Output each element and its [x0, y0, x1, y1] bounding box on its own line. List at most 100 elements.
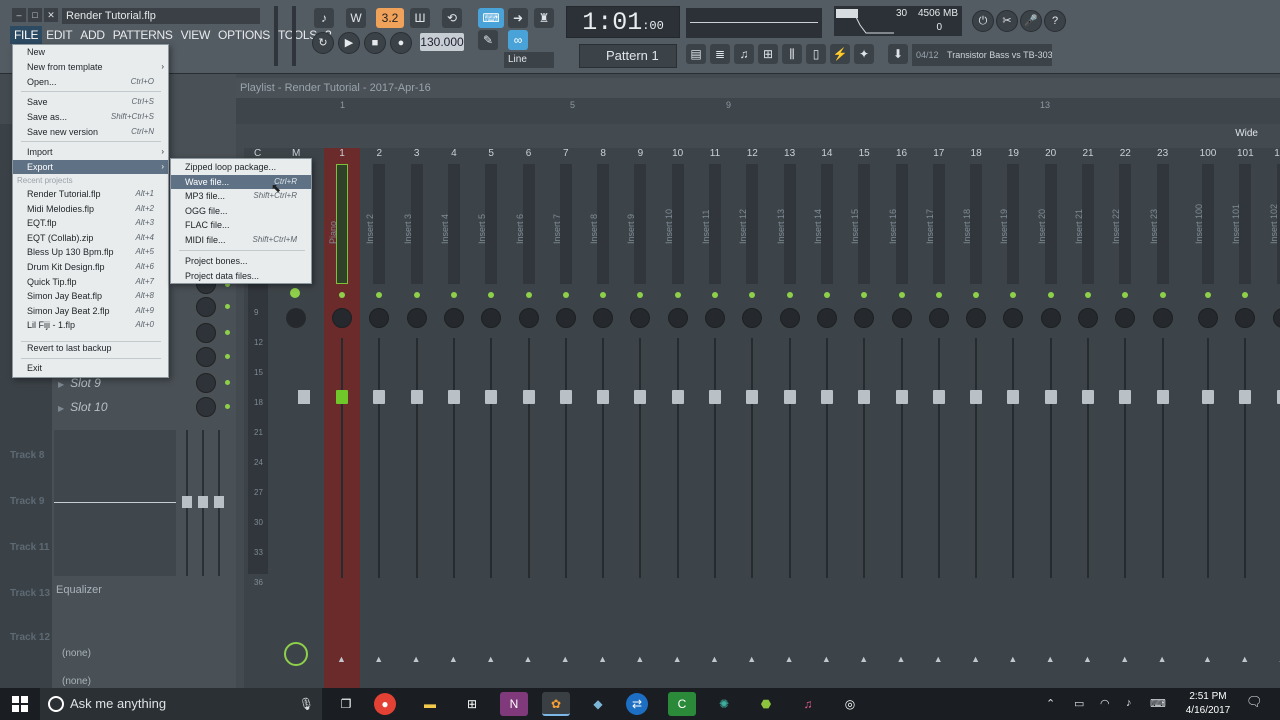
insert-pan-knob[interactable] — [1040, 308, 1061, 328]
insert-name[interactable]: Piano — [328, 164, 338, 244]
insert-name[interactable]: Insert 13 — [776, 164, 786, 244]
insert-volume-fader[interactable] — [410, 390, 423, 404]
recent-project-item[interactable]: Drum Kit Design.flp Alt+6 — [13, 260, 168, 274]
insert-enable-led[interactable] — [1085, 292, 1091, 298]
insert-volume-fader[interactable] — [709, 390, 721, 404]
insert-enable-led[interactable] — [600, 292, 607, 298]
mixer-insert-strip[interactable]: 6 Insert 6 ▲ — [511, 148, 547, 688]
loop-record-icon[interactable]: ⟲ — [442, 8, 462, 28]
mixer-insert-strip[interactable]: 4 Insert 4 ▲ — [436, 148, 472, 688]
route-arrow-icon[interactable]: ▲ — [785, 654, 794, 664]
mixer-insert-strip[interactable]: 17 Insert 17 ▲ — [921, 148, 957, 688]
countdown-icon[interactable]: 3.2 — [376, 8, 404, 28]
insert-volume-fader[interactable] — [746, 390, 759, 404]
insert-volume-fader[interactable] — [634, 390, 647, 404]
insert-name[interactable]: Insert 3 — [403, 164, 413, 244]
slot-mix-knob[interactable] — [196, 297, 216, 317]
insert-pan-knob[interactable] — [1003, 308, 1024, 328]
recent-project-item[interactable]: Simon Jay Beat.flp Alt+8 — [13, 289, 168, 303]
slot-led[interactable] — [225, 330, 230, 335]
tempo-display[interactable]: 130.000 — [420, 33, 464, 51]
mixer-insert-strip[interactable]: 18 Insert 18 ▲ — [958, 148, 994, 688]
master-pan-knob[interactable] — [286, 308, 306, 328]
insert-pan-knob[interactable] — [1078, 308, 1098, 328]
insert-volume-fader[interactable] — [858, 390, 871, 404]
export-mp3-file[interactable]: MP3 file... Shift+Ctrl+R — [171, 189, 311, 203]
step-edit-icon[interactable]: Ш — [410, 8, 430, 28]
route-arrow-icon[interactable]: ▲ — [635, 654, 644, 664]
mixer-insert-strip[interactable]: 19 Insert 19 ▲ — [995, 148, 1031, 688]
insert-name[interactable]: Insert 14 — [813, 164, 823, 244]
insert-pan-knob[interactable] — [443, 308, 464, 328]
track-label[interactable]: Track 13 — [10, 588, 50, 599]
insert-pan-knob[interactable] — [481, 308, 502, 328]
insert-volume-fader[interactable] — [932, 390, 945, 404]
insert-enable-led[interactable] — [861, 292, 868, 298]
insert-name[interactable]: Insert 2 — [365, 164, 375, 244]
insert-enable-led[interactable] — [450, 292, 457, 298]
notifications-icon[interactable]: 🗨 — [1246, 694, 1263, 710]
recent-project-item[interactable]: Bless Up 130 Bpm.flp Alt+5 — [13, 245, 168, 259]
route-arrow-icon[interactable]: ▲ — [971, 654, 980, 664]
insert-enable-led[interactable] — [712, 292, 718, 298]
insert-name[interactable]: Insert 19 — [999, 164, 1009, 244]
arrow-right-icon[interactable]: ➜ — [508, 8, 528, 28]
insert-name[interactable]: Insert 22 — [1111, 164, 1121, 244]
menu-new-from-template[interactable]: New from template › — [13, 60, 168, 74]
insert-volume-fader[interactable] — [1276, 390, 1280, 404]
keyboard-icon[interactable]: ⌨ — [1150, 697, 1166, 710]
tools-icon[interactable]: ✂ — [996, 10, 1018, 32]
menu-file[interactable]: FILE — [10, 26, 43, 44]
insert-volume-fader[interactable] — [1156, 390, 1169, 404]
insert-name[interactable]: Insert 100 — [1194, 164, 1204, 244]
insert-pan-knob[interactable] — [966, 308, 987, 328]
slot-mix-knob[interactable] — [196, 373, 216, 393]
route-arrow-icon[interactable]: ▲ — [710, 654, 719, 664]
playlist-timeline[interactable]: 1 5 9 13 — [170, 98, 1280, 124]
master-send-knob[interactable] — [284, 642, 308, 666]
menu-add[interactable]: ADD — [76, 26, 108, 44]
insert-volume-fader[interactable] — [970, 390, 983, 404]
insert-volume-fader[interactable] — [820, 390, 833, 404]
wizard-icon[interactable]: ✦ — [854, 44, 874, 64]
insert-volume-fader[interactable] — [1119, 390, 1132, 404]
insert-volume-fader[interactable] — [783, 390, 796, 404]
record-button[interactable]: ● — [390, 32, 412, 54]
effect-slot-10[interactable]: ▶ Slot 10 — [54, 396, 230, 418]
insert-volume-fader[interactable] — [895, 390, 908, 404]
route-arrow-icon[interactable]: ▲ — [374, 654, 383, 664]
mixer-insert-strip[interactable]: 23 Insert 23 ▲ — [1145, 148, 1181, 688]
insert-enable-led[interactable] — [339, 292, 345, 298]
insert-pan-knob[interactable] — [1152, 308, 1173, 328]
master-fader[interactable] — [298, 390, 310, 404]
insert-pan-knob[interactable] — [332, 308, 352, 328]
snap-select[interactable]: Line — [504, 52, 554, 68]
link-icon[interactable]: ∞ — [508, 30, 528, 50]
insert-enable-led[interactable] — [1242, 292, 1249, 298]
stamp-icon[interactable]: ♜ — [534, 8, 554, 28]
app-icon[interactable]: ◆ — [584, 692, 612, 716]
stop-button[interactable]: ■ — [364, 32, 386, 54]
insert-volume-fader[interactable] — [1007, 390, 1020, 404]
insert-name[interactable]: Insert 21 — [1074, 164, 1084, 244]
route-arrow-icon[interactable]: ▲ — [1203, 654, 1212, 664]
insert-name[interactable]: Insert 101 — [1231, 164, 1241, 244]
master-led[interactable] — [290, 288, 300, 298]
teamviewer-icon[interactable]: ⇄ — [626, 693, 648, 715]
insert-pan-knob[interactable] — [593, 308, 614, 328]
menu-save-as[interactable]: Save as... Shift+Ctrl+S — [13, 110, 168, 124]
insert-enable-led[interactable] — [935, 292, 942, 298]
insert-pan-knob[interactable] — [705, 308, 725, 328]
mixer-insert-strip[interactable]: 8 Insert 8 ▲ — [585, 148, 621, 688]
route-arrow-icon[interactable]: ▲ — [673, 654, 682, 664]
typing-keyboard-icon[interactable]: ⌨ — [478, 8, 504, 28]
route-arrow-icon[interactable]: ▲ — [1046, 654, 1055, 664]
insert-volume-fader[interactable] — [522, 390, 535, 404]
track-label[interactable]: Track 9 — [10, 496, 44, 507]
insert-name[interactable]: Insert 5 — [477, 164, 487, 244]
help-icon[interactable]: ? — [1044, 10, 1066, 32]
mixer-insert-strip[interactable]: 102Insert 102▲ — [1265, 148, 1280, 688]
insert-pan-knob[interactable] — [1115, 308, 1136, 328]
insert-name[interactable]: Insert 15 — [850, 164, 860, 244]
volume-icon[interactable]: ♪ — [1126, 697, 1132, 709]
